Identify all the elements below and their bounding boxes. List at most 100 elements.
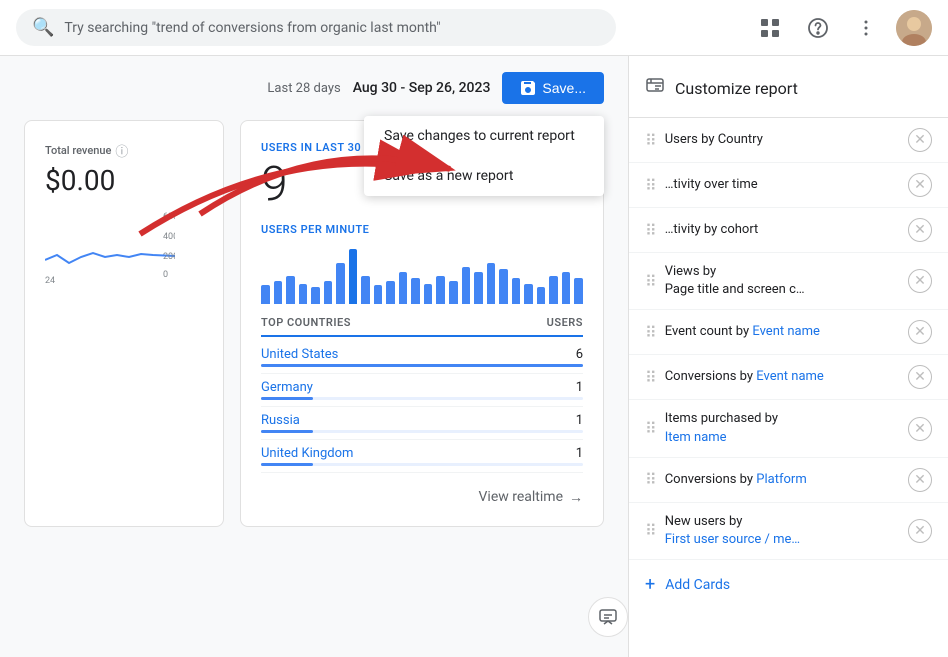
search-bar[interactable]: 🔍 Try searching "trend of conversions fr… [16,9,616,46]
panel-item: ⠿ Items purchased byItem name ✕ [629,400,948,457]
panel-item-text: Views byPage title and screen c… [665,263,900,299]
remove-item-button[interactable]: ✕ [908,269,932,293]
bar-3 [299,284,308,304]
remove-item-button[interactable]: ✕ [908,128,932,152]
country-name[interactable]: United Kingdom [261,446,353,461]
country-bar-wrap [261,364,583,367]
panel-item: ⠿ Users by Country ✕ [629,118,948,163]
top-bar: 🔍 Try searching "trend of conversions fr… [0,0,948,56]
remove-item-button[interactable]: ✕ [908,519,932,543]
grid-icon-btn[interactable] [752,10,788,46]
bar-chart [261,244,583,304]
drag-handle-icon[interactable]: ⠿ [645,221,657,240]
total-revenue-value: $0.00 [45,164,203,197]
panel-item-text: …tivity by cohort [665,221,900,239]
country-bar-fill [261,397,313,400]
bar-16 [462,267,471,304]
panel-item-text: New users byFirst user source / me… [665,513,900,549]
date-range: Aug 30 - Sep 26, 2023 [353,80,491,96]
panel-item-text: Conversions by Platform [665,471,900,489]
bar-20 [512,278,521,304]
add-cards-button[interactable]: + Add Cards [629,560,948,609]
panel-title: Customize report [675,79,798,98]
panel-items-container: ⠿ Users by Country ✕ ⠿ …tivity over time… [629,118,948,560]
bar-23 [549,276,558,304]
panel-item: ⠿ New users byFirst user source / me… ✕ [629,503,948,560]
panel-item-text: …tivity over time [665,176,900,194]
users-col: USERS [547,316,583,329]
countries-table: United States 6 Germany 1 Ru [261,341,583,473]
arrow-right-icon: → [569,489,583,506]
drag-handle-icon[interactable]: ⠿ [645,470,657,489]
bar-25 [574,278,583,304]
drag-handle-icon[interactable]: ⠿ [645,131,657,150]
revenue-chart: 600 400 200 0 24 [45,205,175,285]
bar-14 [436,276,445,304]
svg-text:200: 200 [163,252,175,262]
avatar[interactable] [896,10,932,46]
country-row: United Kingdom 1 [261,440,583,473]
table-header: TOP COUNTRIES USERS [261,316,583,337]
save-button[interactable]: Save... [502,72,604,104]
country-bar-wrap [261,463,583,466]
country-name[interactable]: Russia [261,413,300,428]
bar-1 [274,281,283,304]
country-count: 1 [576,446,583,461]
drag-handle-icon[interactable]: ⠿ [645,323,657,342]
remove-item-button[interactable]: ✕ [908,320,932,344]
bar-18 [487,263,496,304]
remove-item-button[interactable]: ✕ [908,365,932,389]
top-bar-right [752,10,932,46]
more-options-icon-btn[interactable] [848,10,884,46]
drag-handle-icon[interactable]: ⠿ [645,419,657,438]
panel-item-text: Conversions by Event name [665,368,900,386]
bar-4 [311,287,320,304]
panel-header: Customize report [629,56,948,118]
bar-21 [524,284,533,304]
save-dropdown-menu: Save changes to current report Save as a… [364,116,604,196]
feedback-button[interactable] [588,597,628,637]
bar-8 [361,276,370,304]
svg-text:600: 600 [163,212,175,222]
bar-15 [449,281,458,304]
remove-item-button[interactable]: ✕ [908,417,932,441]
save-new-report-item[interactable]: Save as a new report [364,156,604,196]
country-name[interactable]: Germany [261,380,313,395]
panel-item: ⠿ …tivity by cohort ✕ [629,208,948,253]
bar-22 [537,287,546,304]
country-name[interactable]: United States [261,347,338,362]
panel-item-text: Event count by Event name [665,323,900,341]
remove-item-button[interactable]: ✕ [908,218,932,242]
drag-handle-icon[interactable]: ⠿ [645,272,657,291]
total-revenue-label: Total revenue ⓘ [45,141,203,160]
bar-24 [562,272,571,304]
country-count: 6 [576,347,583,362]
remove-item-button[interactable]: ✕ [908,468,932,492]
bar-2 [286,276,295,304]
save-current-report-item[interactable]: Save changes to current report [364,116,604,156]
bar-10 [386,281,395,304]
date-label: Last 28 days [267,81,340,96]
svg-text:400: 400 [163,232,175,242]
drag-handle-icon[interactable]: ⠿ [645,368,657,387]
bar-13 [424,284,433,304]
bar-9 [374,285,383,303]
remove-item-button[interactable]: ✕ [908,173,932,197]
add-icon: + [645,574,655,595]
country-bar-fill [261,430,313,433]
panel-item-text: Users by Country [665,131,900,149]
country-bar-fill [261,463,313,466]
panel-item: ⠿ Views byPage title and screen c… ✕ [629,253,948,310]
top-countries-col: TOP COUNTRIES [261,316,351,329]
bar-11 [399,272,408,304]
panel-item: ⠿ Event count by Event name ✕ [629,310,948,355]
main-layout: Last 28 days Aug 30 - Sep 26, 2023 Save.… [0,56,948,657]
view-realtime-link[interactable]: View realtime → [261,489,583,506]
right-panel: Customize report ⠿ Users by Country ✕ ⠿ … [628,56,948,657]
drag-handle-icon[interactable]: ⠿ [645,176,657,195]
country-row: Russia 1 [261,407,583,440]
bar-12 [411,278,420,304]
total-revenue-card: Total revenue ⓘ $0.00 600 400 200 0 24 [24,120,224,527]
help-icon-btn[interactable] [800,10,836,46]
drag-handle-icon[interactable]: ⠿ [645,521,657,540]
